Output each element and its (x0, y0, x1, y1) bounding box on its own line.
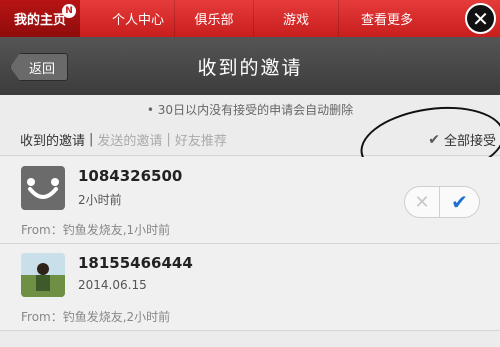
invite-from: From：钓鱼发烧友,2小时前 (21, 310, 171, 324)
tab-sent[interactable]: 发送的邀请 (97, 130, 162, 149)
auto-delete-notice: • 30日以内没有接受的申请会自动删除 (146, 102, 354, 117)
nav-more[interactable]: 查看更多 (339, 0, 435, 37)
accept-button[interactable]: ✔ (440, 186, 480, 218)
nav-profile[interactable]: 个人中心 (102, 0, 174, 37)
accept-all-label: 全部接受 (443, 134, 496, 149)
user-photo-avatar[interactable] (21, 253, 65, 297)
app-root: 我的主页 N 个人中心 俱乐部 游戏 查看更多 ✕ 返回 收到的邀请 • 30日… (0, 0, 500, 347)
reject-button[interactable]: ✕ (404, 186, 440, 218)
title-bar: 返回 收到的邀请 (0, 37, 500, 95)
check-icon: ✔ (428, 131, 440, 148)
accept-all-button[interactable]: ✔ 全部接受 (428, 123, 496, 156)
tab-divider: | (166, 131, 171, 147)
default-avatar-icon[interactable] (21, 166, 65, 210)
tab-recommend[interactable]: 好友推荐 (175, 130, 227, 149)
invite-item[interactable]: 1084326500 2小时前 From：钓鱼发烧友,1小时前 ✕ ✔ (0, 157, 500, 244)
nav-club[interactable]: 俱乐部 (175, 0, 253, 37)
invite-list: 1084326500 2小时前 From：钓鱼发烧友,1小时前 ✕ ✔ 1815… (0, 157, 500, 331)
tab-divider: | (89, 131, 94, 147)
invite-from: From：钓鱼发烧友,1小时前 (21, 223, 171, 237)
invite-actions: ✕ ✔ (404, 186, 480, 218)
nav-games[interactable]: 游戏 (254, 0, 338, 37)
invite-item[interactable]: 18155466444 2014.06.15 From：钓鱼发烧友,2小时前 (0, 244, 500, 331)
close-icon[interactable]: ✕ (465, 3, 496, 34)
nav-home[interactable]: 我的主页 N (0, 0, 80, 37)
tab-received[interactable]: 收到的邀请 (20, 130, 85, 149)
top-nav: 我的主页 N 个人中心 俱乐部 游戏 查看更多 ✕ (0, 0, 500, 37)
invite-user-id: 1084326500 (78, 167, 183, 185)
invite-time: 2小时前 (78, 193, 122, 207)
invite-user-id: 18155466444 (78, 254, 193, 272)
invite-tabs: 收到的邀请 | 发送的邀请 | 好友推荐 ✔ 全部接受 (0, 123, 500, 156)
nav-home-label: 我的主页 (13, 13, 66, 28)
new-badge: N (62, 4, 76, 18)
invite-time: 2014.06.15 (78, 278, 147, 292)
back-button[interactable]: 返回 (10, 53, 69, 81)
page-title: 收到的邀请 (197, 56, 303, 79)
